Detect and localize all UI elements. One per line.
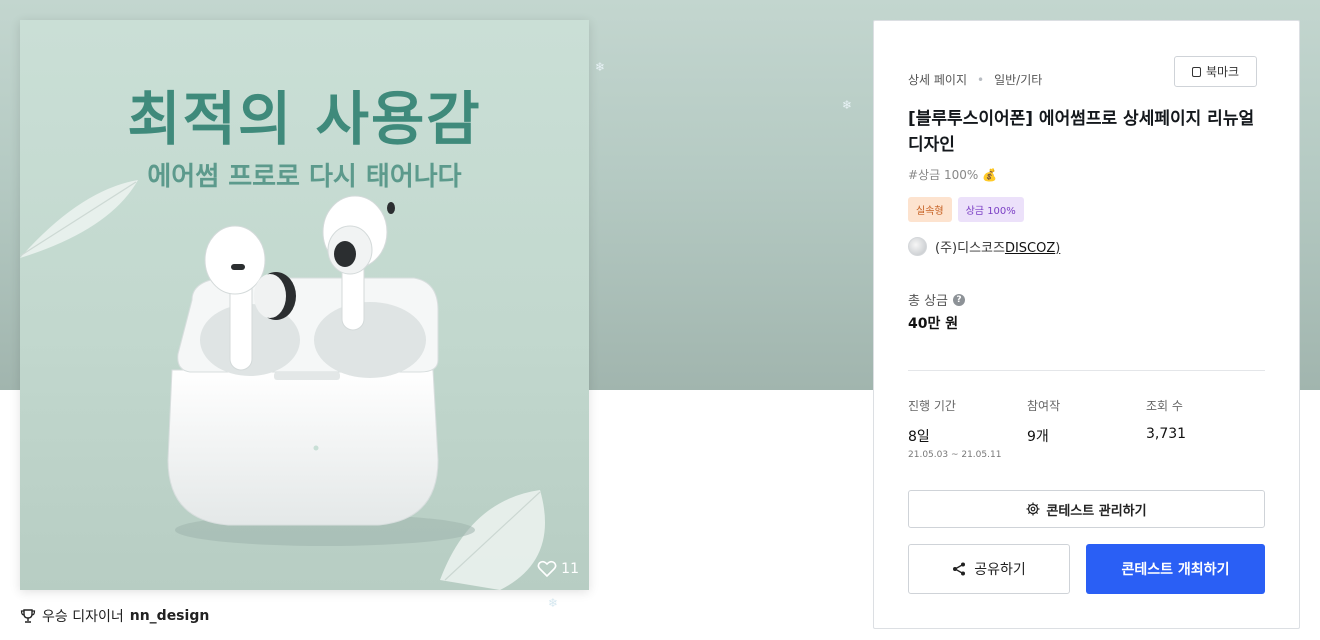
manage-contest-label: 콘테스트 관리하기 [1046,503,1147,519]
heart-icon [537,560,557,578]
stat-value: 3,731 [1146,426,1187,442]
breadcrumb-item[interactable]: 일반/기타 [994,71,1042,88]
help-icon[interactable]: ? [953,293,966,306]
prize-hashtag-text: #상금 100% [908,168,979,182]
trophy-icon [20,609,36,623]
winner-label: 우승 디자이너 [42,609,124,625]
money-bag-icon: 💰 [982,168,998,182]
gear-icon [1026,502,1040,516]
badge-type: 실속형 [908,197,952,222]
divider [908,370,1265,371]
bookmark-button[interactable]: 북마크 [1174,56,1257,87]
winner-caption: 우승 디자이너 nn_design [20,606,209,626]
share-label: 공유하기 [974,562,1026,578]
like-button[interactable]: 11 [537,560,579,578]
share-icon [953,562,966,576]
breadcrumb-item[interactable]: 상세 페이지 [908,71,967,88]
snowflake-icon: ❄ [548,596,559,610]
stat-period: 진행 기간 8일 21.05.03 ~ 21.05.11 [908,397,1026,460]
manage-contest-button[interactable]: 콘테스트 관리하기 [908,490,1265,528]
product-image[interactable]: 최적의 사용감 에어썸 프로로 다시 태어나다 11 [20,20,589,590]
host-link[interactable]: DISCOZ [1005,241,1055,256]
host-paren: ) [1055,241,1061,256]
feather-left-icon [20,180,138,258]
stat-value: 8일 [908,429,930,445]
stat-value: 9개 [1027,429,1049,445]
snowflake-icon: ❄ [595,60,606,74]
snowflake-icon: ❄ [842,98,853,112]
like-count: 11 [561,561,579,577]
contest-info-panel: 상세 페이지 • 일반/기타 북마크 [블루투스이어폰] 에어썸프로 상세페이지… [873,20,1300,629]
host-contest-button[interactable]: 콘테스트 개최하기 [1086,544,1265,594]
host-contest-label: 콘테스트 개최하기 [1121,562,1230,578]
stat-views: 조회 수 3,731 [1146,397,1264,442]
stat-entries: 참여작 9개 [1027,397,1145,446]
breadcrumb-separator: • [977,72,985,87]
stat-label: 참여작 [1027,399,1061,413]
host-name: (주)디스코즈 [935,241,1005,256]
earbuds-illustration [20,180,545,590]
stat-period-range: 21.05.03 ~ 21.05.11 [908,450,1002,460]
winner-designer[interactable]: nn_design [130,608,210,624]
avatar [908,237,927,256]
breadcrumb: 상세 페이지 • 일반/기타 [908,71,1042,88]
total-prize-label: 총 상금 ? [908,290,966,309]
contest-title: [블루투스이어폰] 에어썸프로 상세페이지 리뉴얼 디자인 [908,109,1255,155]
stat-label: 진행 기간 [908,399,956,413]
prize-hashtag: #상금 100% 💰 [908,166,997,183]
bookmark-label: 북마크 [1205,65,1240,79]
feather-right-icon [440,490,545,590]
stat-label: 조회 수 [1146,399,1183,413]
badge-group: 실속형 상금 100% [908,197,1024,222]
badge-prize: 상금 100% [957,197,1024,222]
total-prize-value: 40만 원 [908,316,959,332]
host-info: (주)디스코즈DISCOZ) [908,237,1060,256]
share-button[interactable]: 공유하기 [908,544,1070,594]
bookmark-icon [1191,66,1201,77]
total-prize-label-text: 총 상금 [908,294,949,309]
